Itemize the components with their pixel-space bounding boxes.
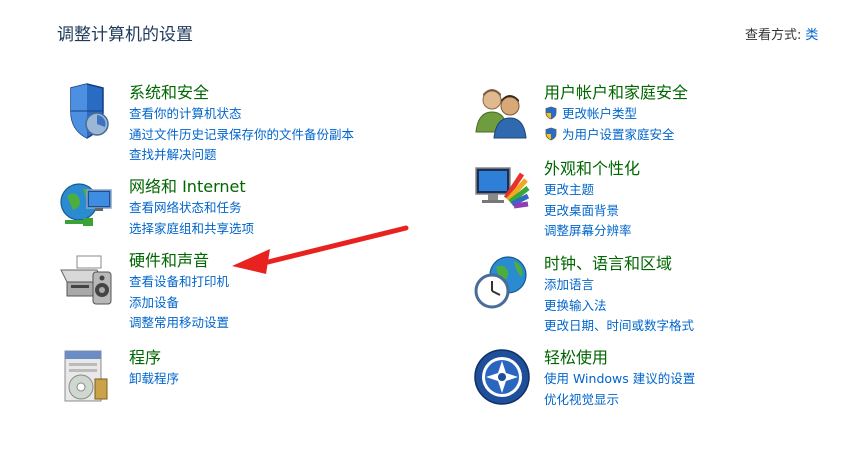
- programs-icon[interactable]: [57, 347, 117, 407]
- link-change-desktop-background[interactable]: 更改桌面背景: [544, 201, 640, 222]
- link-change-account-type[interactable]: 更改帐户类型: [544, 104, 688, 125]
- clock-globe-icon[interactable]: [472, 253, 532, 313]
- link-add-language[interactable]: 添加语言: [544, 275, 694, 296]
- shield-icon[interactable]: [57, 82, 117, 142]
- link-family-safety-label: 为用户设置家庭安全: [562, 126, 675, 142]
- users-icon[interactable]: [472, 82, 532, 142]
- link-view-computer-status[interactable]: 查看你的计算机状态: [129, 104, 354, 125]
- category-title-user-accounts[interactable]: 用户帐户和家庭安全: [544, 82, 688, 104]
- annotation-arrow: [232, 225, 409, 274]
- category-title-programs[interactable]: 程序: [129, 347, 179, 369]
- uac-shield-icon: [544, 106, 558, 120]
- link-file-history-backup[interactable]: 通过文件历史记录保存你的文件备份副本: [129, 125, 354, 146]
- monitor-palette-icon[interactable]: [472, 158, 532, 218]
- link-change-date-time-format[interactable]: 更改日期、时间或数字格式: [544, 316, 694, 337]
- link-uninstall-program[interactable]: 卸载程序: [129, 369, 179, 390]
- link-devices-printers[interactable]: 查看设备和打印机: [129, 272, 229, 293]
- printer-speaker-icon[interactable]: [57, 250, 117, 310]
- category-title-clock-language-region[interactable]: 时钟、语言和区域: [544, 253, 694, 275]
- network-globe-icon[interactable]: [57, 176, 117, 236]
- uac-shield-icon: [544, 127, 558, 141]
- link-add-device[interactable]: 添加设备: [129, 293, 229, 314]
- link-change-input-method[interactable]: 更换输入法: [544, 296, 694, 317]
- link-optimize-display[interactable]: 优化视觉显示: [544, 390, 695, 411]
- category-title-hardware-sound[interactable]: 硬件和声音: [129, 250, 229, 272]
- category-title-ease-of-access[interactable]: 轻松使用: [544, 347, 695, 369]
- category-title-system-security[interactable]: 系统和安全: [129, 82, 354, 104]
- page-title: 调整计算机的设置: [57, 25, 193, 45]
- view-by: 查看方式: 类: [745, 24, 818, 43]
- view-by-dropdown[interactable]: 类: [805, 28, 818, 43]
- link-change-theme[interactable]: 更改主题: [544, 180, 640, 201]
- link-mobility-settings[interactable]: 调整常用移动设置: [129, 313, 229, 334]
- link-homegroup-sharing[interactable]: 选择家庭组和共享选项: [129, 219, 254, 240]
- link-troubleshoot[interactable]: 查找并解决问题: [129, 145, 354, 166]
- category-title-appearance[interactable]: 外观和个性化: [544, 158, 640, 180]
- link-family-safety[interactable]: 为用户设置家庭安全: [544, 125, 688, 146]
- link-recommended-settings[interactable]: 使用 Windows 建议的设置: [544, 369, 695, 390]
- ease-of-access-icon[interactable]: [472, 347, 532, 407]
- link-network-status[interactable]: 查看网络状态和任务: [129, 198, 254, 219]
- category-title-network-internet[interactable]: 网络和 Internet: [129, 176, 254, 198]
- link-change-account-type-label: 更改帐户类型: [562, 106, 638, 121]
- link-screen-resolution[interactable]: 调整屏幕分辨率: [544, 221, 640, 242]
- view-by-label: 查看方式:: [745, 28, 802, 43]
